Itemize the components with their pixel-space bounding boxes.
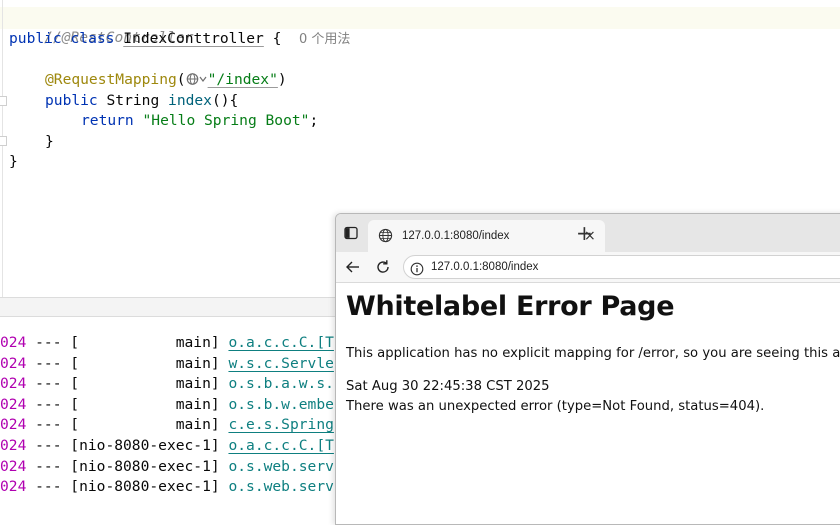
keyword-public: public bbox=[45, 92, 98, 109]
method-name: index bbox=[168, 92, 212, 109]
log-line: 024 --- [ main] o.a.c.c.C.[T bbox=[0, 333, 334, 353]
log-line: 024 --- [nio-8080-exec-1] o.s.web.serv bbox=[0, 457, 334, 477]
browser-window[interactable]: 127.0.0.1:8080/index × + 127.0.0.1:8080/… bbox=[335, 213, 840, 525]
log-line: 024 --- [ main] c.e.s.Spring bbox=[0, 415, 334, 435]
back-arrow-icon[interactable] bbox=[344, 258, 362, 280]
fold-marker[interactable] bbox=[0, 96, 7, 106]
code-line-6[interactable]: return "Hello Spring Boot"; bbox=[81, 111, 318, 131]
code-line-8[interactable]: } bbox=[9, 152, 18, 172]
semicolon: ; bbox=[309, 112, 319, 129]
log-date: 024 bbox=[0, 458, 27, 475]
tab-title: 127.0.0.1:8080/index bbox=[402, 230, 510, 242]
log-date: 024 bbox=[0, 478, 27, 495]
return-type: String bbox=[106, 92, 160, 109]
tab-active[interactable]: 127.0.0.1:8080/index × bbox=[368, 220, 605, 252]
log-thread: [ main] bbox=[70, 355, 220, 372]
log-thread: [nio-8080-exec-1] bbox=[70, 437, 220, 454]
web-globe-icon[interactable] bbox=[186, 72, 208, 92]
code-line-1[interactable]: //@RestController bbox=[9, 8, 193, 46]
address-bar[interactable]: 127.0.0.1:8080/index bbox=[403, 255, 840, 279]
browser-toolbar: 127.0.0.1:8080/index bbox=[336, 252, 840, 283]
log-thread: [ main] bbox=[70, 334, 220, 351]
log-separator: --- bbox=[26, 396, 71, 413]
log-logger[interactable]: o.a.c.c.C.[T bbox=[228, 334, 333, 351]
log-line: 024 --- [ main] w.s.c.Servle bbox=[0, 354, 334, 374]
info-icon[interactable] bbox=[410, 261, 424, 280]
code-line-4[interactable]: @RequestMapping("/index") bbox=[45, 70, 287, 90]
code-line-5[interactable]: public String index(){ bbox=[45, 91, 238, 111]
error-timestamp: Sat Aug 30 22:45:38 CST 2025 bbox=[346, 379, 550, 394]
mapping-path: "/index" bbox=[207, 71, 278, 88]
new-tab-button[interactable]: + bbox=[576, 221, 593, 245]
log-logger[interactable]: o.s.b.w.embe bbox=[228, 396, 333, 413]
log-logger[interactable]: c.e.s.Spring bbox=[228, 416, 333, 433]
open-brace: { bbox=[263, 30, 282, 47]
code-line-7[interactable]: } bbox=[45, 132, 54, 152]
log-thread: [nio-8080-exec-1] bbox=[70, 458, 220, 475]
request-mapping-annotation: @RequestMapping bbox=[45, 71, 177, 88]
log-date: 024 bbox=[0, 334, 27, 351]
log-separator: --- bbox=[26, 437, 71, 454]
keyword-return: return bbox=[81, 112, 134, 129]
log-line: 024 --- [ main] o.s.b.a.w.s. bbox=[0, 374, 334, 394]
log-separator: --- bbox=[26, 458, 71, 475]
log-logger[interactable]: o.s.web.serv bbox=[228, 478, 333, 495]
log-logger[interactable]: w.s.c.Servle bbox=[228, 355, 333, 372]
page-title: Whitelabel Error Page bbox=[346, 291, 675, 322]
class-name: IndexConttroller bbox=[123, 30, 264, 47]
reload-icon[interactable] bbox=[374, 258, 392, 280]
log-logger[interactable]: o.s.b.a.w.s. bbox=[228, 375, 333, 392]
log-line: 024 --- [ main] o.s.b.w.embe bbox=[0, 395, 334, 415]
code-line-2[interactable]: public class IndexConttroller { 0 个用法 bbox=[9, 29, 350, 49]
log-thread: [nio-8080-exec-1] bbox=[70, 478, 220, 495]
log-separator: --- bbox=[26, 416, 71, 433]
log-thread: [ main] bbox=[70, 396, 220, 413]
tab-strip: 127.0.0.1:8080/index × + bbox=[336, 214, 840, 252]
log-line: 024 --- [nio-8080-exec-1] o.a.c.c.C.[T bbox=[0, 436, 334, 456]
sidebar-toggle-icon[interactable] bbox=[344, 225, 358, 240]
method-signature-rest: (){ bbox=[211, 92, 239, 109]
log-separator: --- bbox=[26, 375, 71, 392]
log-logger[interactable]: o.s.web.serv bbox=[228, 458, 333, 475]
log-logger[interactable]: o.a.c.c.C.[T bbox=[228, 437, 333, 454]
log-date: 024 bbox=[0, 355, 27, 372]
globe-icon bbox=[378, 228, 393, 247]
log-separator: --- bbox=[26, 334, 71, 351]
log-thread: [ main] bbox=[70, 375, 220, 392]
fold-marker[interactable] bbox=[0, 136, 7, 146]
log-line: 024 --- [nio-8080-exec-1] o.s.web.serv bbox=[0, 477, 334, 497]
log-separator: --- bbox=[26, 355, 71, 372]
url-text[interactable]: 127.0.0.1:8080/index bbox=[431, 260, 538, 275]
log-thread: [ main] bbox=[70, 416, 220, 433]
keyword-public: public bbox=[9, 30, 62, 47]
error-message: This application has no explicit mapping… bbox=[346, 346, 840, 361]
page-content: Whitelabel Error Page This application h… bbox=[336, 283, 840, 523]
usage-hint[interactable]: 0 个用法 bbox=[299, 32, 350, 47]
return-string: "Hello Spring Boot" bbox=[142, 112, 310, 129]
log-date: 024 bbox=[0, 416, 27, 433]
gutter-line bbox=[2, 0, 3, 297]
log-date: 024 bbox=[0, 375, 27, 392]
log-date: 024 bbox=[0, 437, 27, 454]
log-separator: --- bbox=[26, 478, 71, 495]
keyword-class: class bbox=[70, 30, 115, 47]
error-details: There was an unexpected error (type=Not … bbox=[346, 399, 765, 414]
method-close-brace: } bbox=[45, 133, 54, 150]
class-close-brace: } bbox=[9, 153, 18, 170]
log-date: 024 bbox=[0, 396, 27, 413]
